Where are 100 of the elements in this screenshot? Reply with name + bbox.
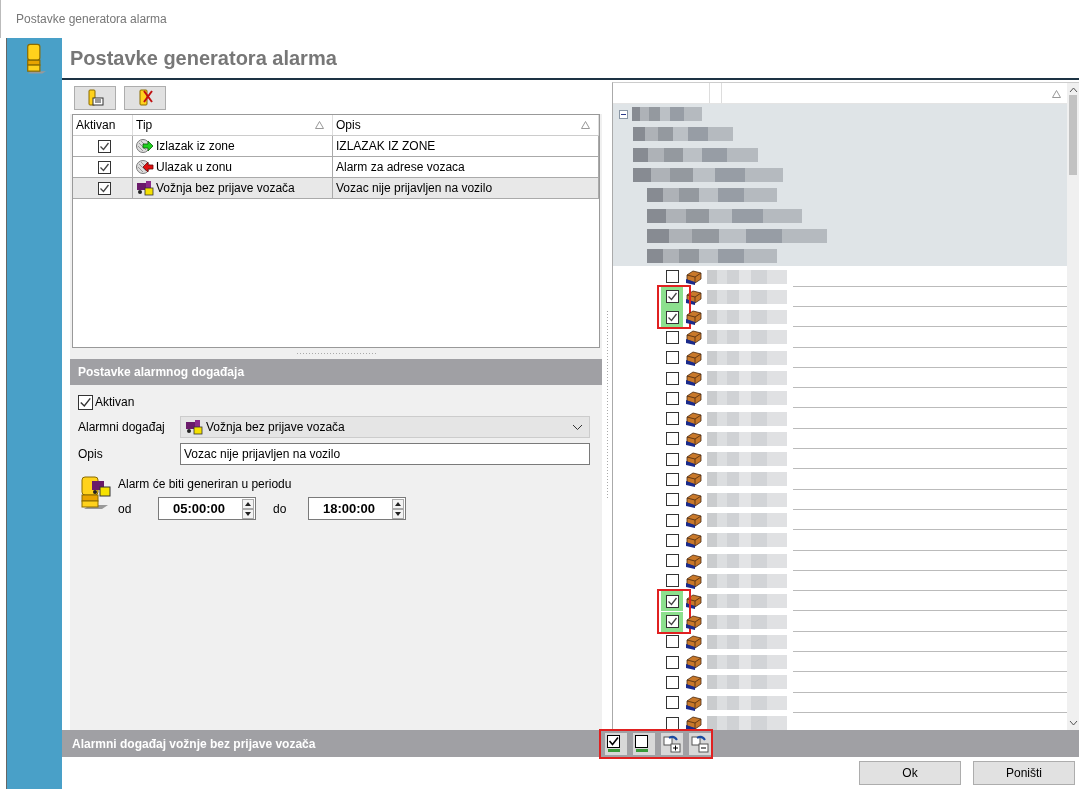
dialog-button[interactable]: Poništi (973, 761, 1075, 785)
scroll-down-icon[interactable] (1068, 720, 1078, 726)
van-icon (685, 593, 703, 610)
splitter-grip[interactable] (296, 352, 376, 355)
scroll-up-icon[interactable] (1068, 87, 1078, 93)
window-title: Postavke generatora alarma (16, 12, 167, 26)
van-icon (685, 694, 703, 711)
from-label: od (118, 501, 133, 516)
van-icon (685, 370, 703, 386)
redacted-label (632, 107, 702, 122)
checkbox-label: Aktivan (95, 395, 135, 409)
zone-enter-icon (136, 159, 154, 175)
truck-id-icon (185, 418, 203, 435)
checkbox[interactable] (665, 391, 679, 405)
checkbox[interactable] (665, 493, 679, 507)
table-cell: Izlazak iz zone (156, 139, 235, 153)
scrollbar[interactable] (1067, 83, 1079, 730)
checkbox[interactable] (665, 290, 679, 304)
checkbox[interactable] (665, 432, 679, 446)
scrollbar-thumb[interactable] (1069, 95, 1077, 175)
sort-icon (1052, 90, 1061, 98)
column-header[interactable]: Aktivan (73, 115, 133, 135)
collapse-all-button[interactable] (689, 732, 711, 755)
page-title: Postavke generatora alarma (70, 46, 337, 70)
caret-icon (572, 423, 583, 431)
event-dropdown[interactable]: Vožnja bez prijave vozača (180, 415, 590, 438)
bar-title: Alarmni događaj vožnje bez prijave vozača (71, 736, 317, 751)
checkbox[interactable] (665, 351, 679, 365)
field-label: Opis (78, 446, 104, 461)
table-cell: Vozac nije prijavljen na vozilo (336, 181, 493, 195)
van-icon (685, 268, 703, 285)
checkbox[interactable] (665, 533, 679, 547)
van-icon (685, 390, 703, 407)
van-icon (685, 309, 703, 326)
checkbox[interactable] (665, 513, 679, 527)
truck-id-icon (136, 180, 154, 196)
add-alarm-button[interactable] (74, 86, 116, 110)
checkbox[interactable] (665, 452, 679, 466)
checkbox[interactable] (97, 139, 111, 153)
spin-arrows-icon[interactable] (242, 498, 254, 519)
checkbox[interactable] (665, 594, 679, 608)
checkbox[interactable] (665, 655, 679, 669)
van-icon (685, 613, 703, 630)
van-icon (685, 512, 703, 529)
checkbox[interactable] (97, 181, 111, 195)
van-icon (685, 430, 703, 447)
description-field[interactable]: Vozac nije prijavljen na vozilo (180, 442, 590, 465)
checkbox[interactable] (97, 160, 111, 174)
checkbox[interactable] (665, 473, 679, 486)
column-header[interactable]: Tip (133, 115, 333, 135)
delete-alarm-button[interactable] (124, 86, 166, 110)
van-icon (685, 572, 703, 589)
column-header[interactable]: Opis (333, 115, 599, 135)
checkbox[interactable] (665, 310, 679, 324)
checkbox[interactable] (665, 554, 679, 568)
checkbox[interactable] (665, 615, 679, 629)
sort-icon (315, 121, 324, 129)
table-cell: Ulazak u zonu (156, 160, 233, 174)
splitter-grip[interactable] (605, 310, 609, 500)
table-row[interactable]: Vožnja bez prijave vozača Vozac nije prijavljen na vozilo (73, 178, 599, 199)
uncheck-all-button[interactable] (633, 732, 655, 755)
checkbox[interactable] (665, 412, 679, 426)
time-field[interactable]: 18:00:00 (308, 497, 406, 520)
checkbox[interactable] (665, 574, 679, 588)
van-icon (685, 288, 703, 305)
expand-all-button[interactable] (661, 732, 683, 755)
dialog-button[interactable]: Ok (859, 761, 961, 785)
checkbox[interactable] (665, 635, 679, 649)
van-icon (685, 349, 703, 366)
checkbox[interactable] (665, 675, 679, 689)
check-all-button[interactable] (605, 732, 627, 755)
table-row[interactable]: Izlazak iz zone IZLAZAK IZ ZONE (73, 136, 599, 157)
checkbox[interactable] (665, 696, 679, 710)
van-icon (685, 410, 703, 427)
van-icon (685, 329, 703, 346)
field-label: Alarmni događaj (78, 419, 166, 434)
table-cell: Alarm za adrese vozaca (336, 160, 465, 174)
van-icon (685, 715, 703, 730)
collapse-toggle[interactable] (619, 109, 628, 119)
sort-icon (581, 121, 590, 129)
section-header: Postavke alarmnog događaja (70, 359, 602, 385)
van-icon (685, 471, 703, 488)
spin-arrows-icon[interactable] (392, 498, 404, 519)
pillar-note-icon (85, 88, 105, 108)
van-icon (685, 491, 703, 508)
van-icon (685, 674, 703, 691)
period-label: Alarm će biti generiran u periodu (118, 477, 293, 491)
checkbox[interactable] (665, 371, 679, 385)
checkbox[interactable] (665, 270, 679, 283)
checkbox[interactable] (665, 716, 679, 730)
zone-exit-icon (136, 138, 154, 154)
van-icon (685, 633, 703, 650)
time-field[interactable]: 05:00:00 (158, 497, 256, 520)
van-icon (685, 552, 703, 569)
table-cell: Vožnja bez prijave vozača (156, 181, 295, 195)
van-icon (685, 451, 703, 468)
checkbox[interactable] (78, 394, 93, 410)
van-icon (685, 654, 703, 671)
checkbox[interactable] (665, 330, 679, 344)
van-icon (685, 532, 703, 549)
